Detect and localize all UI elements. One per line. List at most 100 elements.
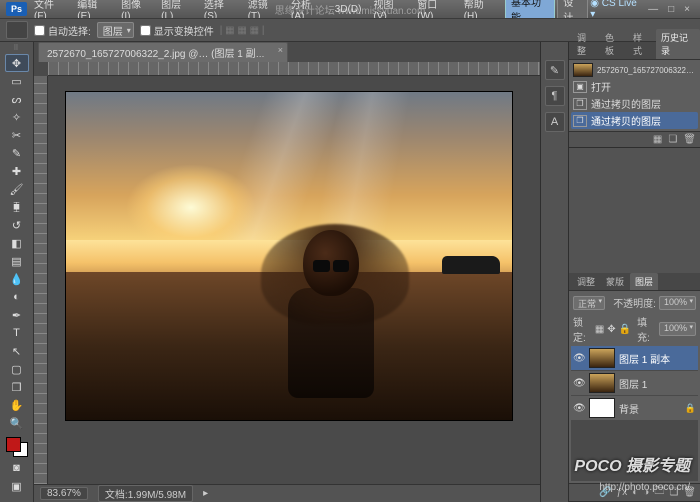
horizontal-ruler[interactable]	[48, 62, 540, 76]
3d-tool[interactable]: ❒	[5, 378, 29, 396]
status-bar: 83.67% 文档:1.99M/5.98M ▸	[34, 484, 540, 502]
color-swatches[interactable]	[4, 435, 30, 459]
snapshot-name: 2572670_165727006322_2.jpg	[597, 66, 696, 75]
opacity-label: 不透明度:	[613, 295, 656, 310]
palette-grip[interactable]: ⠿	[13, 44, 19, 54]
doc-info-chevron[interactable]: ▸	[203, 488, 208, 499]
group-icon[interactable]: 🗀	[654, 484, 664, 501]
hand-tool[interactable]: ✋	[5, 396, 29, 414]
document-tab[interactable]: 2572670_165727006322_2.jpg @… (图层 1 副本, …	[38, 42, 288, 62]
new-doc-icon[interactable]: ❏	[668, 134, 677, 145]
history-step[interactable]: ❐ 通过拷贝的图层	[571, 95, 698, 112]
layer-thumb	[589, 373, 615, 393]
history-snapshot[interactable]: 2572670_165727006322_2.jpg	[571, 62, 698, 78]
fg-color[interactable]	[6, 437, 21, 452]
lock-pixels-icon[interactable]: ▦	[595, 324, 604, 335]
tab-history[interactable]: 历史记录	[656, 29, 700, 59]
layer-row[interactable]: 👁图层 1 副本	[571, 346, 698, 371]
history-step-label: 打开	[591, 79, 611, 94]
quick-select-tool[interactable]: ✧	[5, 108, 29, 126]
window-max[interactable]: □	[664, 4, 678, 15]
blur-tool[interactable]: 💧	[5, 270, 29, 288]
tab-swatches[interactable]: 色板	[600, 29, 627, 59]
eyedropper-tool[interactable]: ✎	[5, 144, 29, 162]
opacity-input[interactable]: 100%	[659, 296, 696, 310]
zoom-level[interactable]: 83.67%	[40, 487, 88, 500]
window-close[interactable]: ×	[680, 4, 694, 15]
tab-adjustments[interactable]: 调整	[572, 273, 600, 290]
new-layer-icon[interactable]: ❏	[669, 487, 678, 498]
lasso-tool[interactable]: ᔕ	[5, 90, 29, 108]
window-min[interactable]: —	[644, 4, 662, 15]
gradient-tool[interactable]: ▤	[5, 252, 29, 270]
auto-select-checkbox[interactable]: 自动选择:	[34, 23, 91, 38]
trash-icon[interactable]: 🗑	[683, 487, 696, 498]
tab-masks[interactable]: 蒙版	[601, 273, 629, 290]
pen-tool[interactable]: ✒	[5, 306, 29, 324]
zoom-tool[interactable]: 🔍	[5, 414, 29, 432]
history-brush-tool[interactable]: ↺	[5, 216, 29, 234]
new-snapshot-icon[interactable]: ▦	[653, 134, 662, 145]
doc-info[interactable]: 文档:1.99M/5.98M	[98, 485, 193, 502]
history-step-label: 通过拷贝的图层	[591, 113, 661, 128]
eraser-tool[interactable]: ◧	[5, 234, 29, 252]
image-sky	[66, 92, 512, 240]
fill-label: 填充:	[637, 314, 656, 344]
brush-tool[interactable]: 🖌	[5, 180, 29, 198]
app-logo[interactable]: Ps	[6, 2, 27, 16]
fill-input[interactable]: 100%	[659, 322, 696, 336]
dock-paragraph-icon[interactable]: ¶	[545, 86, 565, 106]
adjustment-layer-icon[interactable]: ◑	[643, 487, 649, 498]
lock-icon: 🔒	[685, 403, 696, 414]
crop-tool[interactable]: ✂	[5, 126, 29, 144]
history-step-label: 通过拷贝的图层	[591, 96, 661, 111]
tab-styles[interactable]: 样式	[628, 29, 655, 59]
stamp-tool[interactable]: ⧯	[5, 198, 29, 216]
layer-via-copy-icon: ❐	[573, 98, 587, 110]
healing-tool[interactable]: ✚	[5, 162, 29, 180]
work-area: ⠿ ✥ ▭ ᔕ ✧ ✂ ✎ ✚ 🖌 ⧯ ↺ ◧ ▤ 💧 ◐ ✒ T ↖ ▢ ❒ …	[0, 42, 700, 502]
visibility-icon[interactable]: 👁	[573, 353, 585, 364]
tool-preset-icon[interactable]	[6, 21, 28, 39]
move-tool[interactable]: ✥	[5, 54, 29, 72]
show-transform-checkbox[interactable]: 显示变换控件	[140, 23, 214, 38]
layers-footer: 🔗 ƒx ◐ ◑ 🗀 ❏ 🗑	[569, 483, 700, 501]
lock-all-icon[interactable]: 🔒	[619, 324, 631, 335]
image-car	[442, 256, 500, 274]
lock-position-icon[interactable]: ✥	[607, 324, 615, 335]
path-select-tool[interactable]: ↖	[5, 342, 29, 360]
auto-select-mode[interactable]: 图层	[97, 22, 134, 38]
layer-row[interactable]: 👁背景🔒	[571, 396, 698, 421]
layer-mask-icon[interactable]: ◐	[632, 487, 638, 498]
history-footer: ▦ ❏ 🗑	[569, 131, 700, 147]
blend-mode-select[interactable]: 正常	[573, 296, 605, 310]
menu-3d[interactable]: 3D(D)	[330, 4, 367, 15]
visibility-icon[interactable]: 👁	[573, 403, 585, 414]
history-step[interactable]: ▣打开	[571, 78, 698, 95]
trash-icon[interactable]: 🗑	[683, 134, 696, 145]
quickmask-toggle[interactable]: ◙	[5, 459, 29, 477]
canvas[interactable]	[66, 92, 512, 420]
close-tab-icon[interactable]: ×	[278, 45, 283, 55]
history-step[interactable]: ❐ 通过拷贝的图层	[571, 112, 698, 129]
cs-live[interactable]: ◉ CS Live ▾	[590, 0, 642, 20]
vertical-ruler[interactable]	[34, 76, 48, 484]
marquee-tool[interactable]: ▭	[5, 72, 29, 90]
tab-layers[interactable]: 图层	[630, 273, 658, 290]
layers-empty-area[interactable]	[571, 421, 698, 481]
layer-row[interactable]: 👁图层 1	[571, 371, 698, 396]
panel-dock: 调整 色板 样式 历史记录 2572670_165727006322_2.jpg…	[568, 42, 700, 502]
dock-character-icon[interactable]: A	[545, 112, 565, 132]
dodge-tool[interactable]: ◐	[5, 288, 29, 306]
shape-tool[interactable]: ▢	[5, 360, 29, 378]
photoshop-window: Ps 文件(F) 编辑(E) 图像(I) 图层(L) 选择(S) 滤镜(T) 分…	[0, 0, 700, 502]
layer-thumb	[589, 398, 615, 418]
layer-fx-icon[interactable]: ƒx	[617, 487, 628, 498]
type-tool[interactable]: T	[5, 324, 29, 342]
visibility-icon[interactable]: 👁	[573, 378, 585, 389]
layer-via-copy-icon: ❐	[573, 115, 587, 127]
dock-brush-icon[interactable]: ✎	[545, 60, 565, 80]
screenmode-toggle[interactable]: ▣	[5, 477, 29, 495]
tab-adjust[interactable]: 调整	[572, 29, 599, 59]
link-layers-icon[interactable]: 🔗	[599, 487, 611, 498]
